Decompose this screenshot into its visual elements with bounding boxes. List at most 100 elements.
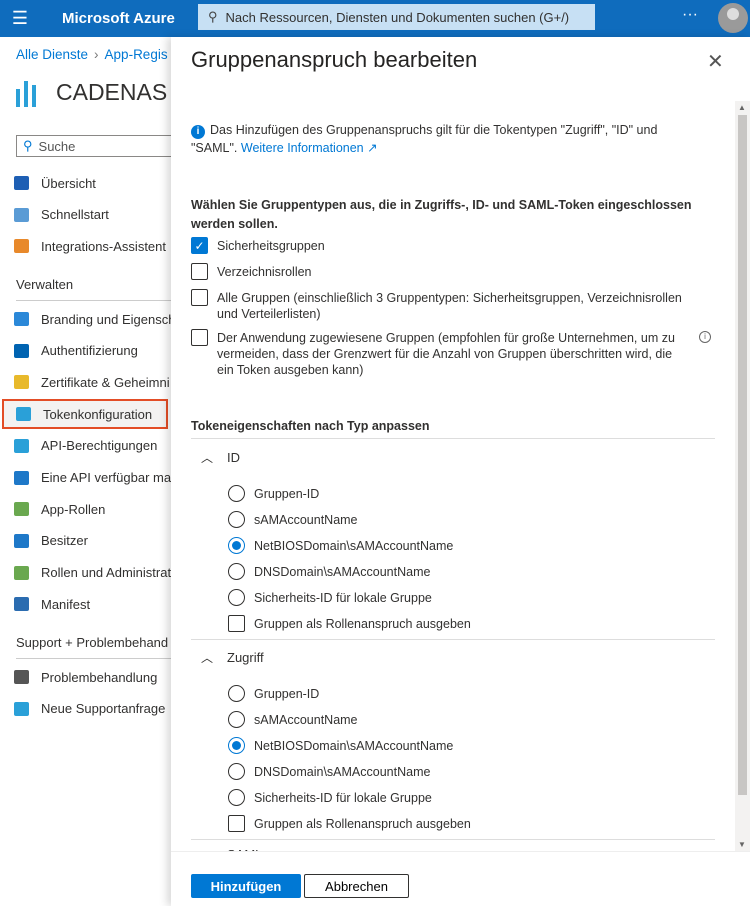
nav-item-api-berechtigungen[interactable]: API-Berechtigungen xyxy=(0,431,180,461)
radio-button[interactable] xyxy=(228,737,245,754)
radio-option[interactable]: NetBIOSDomain\sAMAccountName xyxy=(228,537,453,554)
breadcrumb-all-services[interactable]: Alle Dienste xyxy=(16,47,88,62)
nav-item-rollen-und-administrat[interactable]: Rollen und Administrat xyxy=(0,558,180,588)
radio-option[interactable]: sAMAccountName xyxy=(228,511,358,528)
nav-item-icon xyxy=(14,239,29,254)
nav-item-branding-und-eigensch[interactable]: Branding und Eigensch xyxy=(0,304,180,334)
nav-item-label: Problembehandlung xyxy=(41,669,158,685)
radio-button[interactable] xyxy=(228,711,245,728)
nav-item-icon xyxy=(14,438,29,453)
scrollbar[interactable]: ▲ ▼ xyxy=(735,101,750,851)
radio-button[interactable] xyxy=(228,537,245,554)
radio-button[interactable] xyxy=(228,589,245,606)
divider xyxy=(191,839,715,840)
group-type-checkbox[interactable]: ✓ Sicherheitsgruppen xyxy=(191,237,701,254)
radio-label: NetBIOSDomain\sAMAccountName xyxy=(254,739,454,753)
group-type-checkbox[interactable]: Verzeichnisrollen xyxy=(191,263,701,280)
close-icon[interactable]: ✕ xyxy=(707,49,724,74)
info-text: i Das Hinzufügen des Gruppenanspruchs gil… xyxy=(191,121,681,157)
checkbox-box[interactable] xyxy=(191,289,208,306)
radio-option[interactable]: Gruppen-ID xyxy=(228,485,319,502)
radio-option[interactable]: Gruppen-ID xyxy=(228,685,320,702)
role-claim-checkbox[interactable]: Gruppen als Rollenanspruch ausgeben xyxy=(228,615,471,632)
menu-search-placeholder: Suche xyxy=(38,138,76,154)
nav-item-tokenkonfiguration[interactable]: Tokenkonfiguration xyxy=(2,399,168,430)
radio-label: Sicherheits-ID für lokale Gruppe xyxy=(254,791,432,805)
radio-button[interactable] xyxy=(228,685,245,702)
cancel-button[interactable]: Abbrechen xyxy=(304,874,409,898)
nav-item-integrations-assistent[interactable]: Integrations-Assistent xyxy=(0,231,180,261)
nav-item-icon xyxy=(14,343,29,358)
nav-item-label: API-Berechtigungen xyxy=(41,438,158,454)
nav-item-schnellstart[interactable]: Schnellstart xyxy=(0,200,180,230)
nav-item-icon xyxy=(14,312,29,326)
divider xyxy=(16,300,176,301)
divider xyxy=(191,639,715,640)
hamburger-menu-icon[interactable]: ☰ xyxy=(0,8,40,29)
radio-label: Sicherheits-ID für lokale Gruppe xyxy=(254,591,432,605)
chevron-up-icon: ︿ xyxy=(201,451,214,465)
radio-button[interactable] xyxy=(228,563,245,580)
nav-item-icon xyxy=(14,701,29,716)
nav-item-app-rollen[interactable]: App-Rollen xyxy=(0,494,180,524)
radio-option[interactable]: NetBIOSDomain\sAMAccountName xyxy=(228,737,454,754)
nav-item-label: Branding und Eigensch xyxy=(41,311,176,327)
checkbox-box[interactable]: ✓ xyxy=(191,237,208,254)
avatar[interactable] xyxy=(718,3,748,33)
radio-label: DNSDomain\sAMAccountName xyxy=(254,565,431,579)
external-link-icon: ↗ xyxy=(363,141,378,155)
group-type-checkbox[interactable]: Der Anwendung zugewiesene Gruppen (empfo… xyxy=(191,329,681,378)
section-expander-id[interactable]: ︿ ID xyxy=(191,449,240,466)
scroll-up-icon[interactable]: ▲ xyxy=(738,103,746,112)
radio-button[interactable] xyxy=(228,763,245,780)
chevron-right-icon: › xyxy=(94,47,99,62)
global-search-input[interactable]: ⚲ Nach Ressourcen, Diensten und Dokumente… xyxy=(198,4,595,30)
more-options-icon[interactable]: ··· xyxy=(682,6,698,24)
radio-label: Gruppen-ID xyxy=(254,687,320,701)
radio-button[interactable] xyxy=(228,511,245,528)
nav-item-label: Tokenkonfiguration xyxy=(43,406,153,422)
checkbox-label: Sicherheitsgruppen xyxy=(217,239,325,253)
brand-label[interactable]: Microsoft Azure xyxy=(62,10,200,27)
role-claim-checkbox[interactable]: Gruppen als Rollenanspruch ausgeben xyxy=(228,815,471,832)
radio-button[interactable] xyxy=(228,485,245,502)
nav-item-icon xyxy=(14,502,29,517)
nav-item-zertifikate-geheimni[interactable]: Zertifikate & Geheimni xyxy=(0,367,180,397)
radio-label: DNSDomain\sAMAccountName xyxy=(254,765,431,779)
nav-item-übersicht[interactable]: Übersicht xyxy=(0,168,180,198)
more-info-link[interactable]: Weitere Informationen xyxy=(241,141,364,155)
checkbox-label: Gruppen als Rollenanspruch ausgeben xyxy=(254,817,471,831)
token-properties-heading: Tokeneigenschaften nach Typ anpassen xyxy=(191,419,430,433)
menu-search-input[interactable]: ⚲ Suche xyxy=(16,135,176,157)
radio-option[interactable]: sAMAccountName xyxy=(228,711,358,728)
nav-item-problembehandlung[interactable]: Problembehandlung xyxy=(0,662,180,692)
nav-item-neue-supportanfrage[interactable]: Neue Supportanfrage xyxy=(0,694,180,724)
search-icon: ⚲ xyxy=(208,9,218,24)
info-icon: i xyxy=(191,125,205,139)
nav-item-icon xyxy=(14,533,29,548)
checkbox-box[interactable] xyxy=(228,815,245,832)
checkbox-box[interactable] xyxy=(191,329,208,346)
nav-item-label: App-Rollen xyxy=(41,501,106,517)
scrollbar-thumb[interactable] xyxy=(738,115,747,795)
checkbox-label: Gruppen als Rollenanspruch ausgeben xyxy=(254,617,471,631)
radio-option[interactable]: Sicherheits-ID für lokale Gruppe xyxy=(228,589,432,606)
nav-item-authentifizierung[interactable]: Authentifizierung xyxy=(0,336,180,366)
radio-option[interactable]: Sicherheits-ID für lokale Gruppe xyxy=(228,789,432,806)
add-button[interactable]: Hinzufügen xyxy=(191,874,301,898)
group-type-checkbox[interactable]: Alle Gruppen (einschließlich 3 Gruppenty… xyxy=(191,289,701,322)
nav-item-manifest[interactable]: Manifest xyxy=(0,589,180,619)
checkbox-box[interactable] xyxy=(191,263,208,280)
radio-option[interactable]: DNSDomain\sAMAccountName xyxy=(228,563,431,580)
nav-item-icon xyxy=(14,565,29,580)
nav-item-eine-api-verfügbar-mac[interactable]: Eine API verfügbar mac xyxy=(0,463,180,493)
scroll-down-icon[interactable]: ▼ xyxy=(738,840,746,849)
nav-item-label: Integrations-Assistent xyxy=(41,238,167,254)
section-expander-zugriff[interactable]: ︿ Zugriff xyxy=(191,649,264,666)
breadcrumb-app-registrations[interactable]: App-Regis xyxy=(105,47,168,62)
info-tooltip-icon[interactable]: i xyxy=(699,331,711,343)
radio-option[interactable]: DNSDomain\sAMAccountName xyxy=(228,763,431,780)
checkbox-box[interactable] xyxy=(228,615,245,632)
radio-button[interactable] xyxy=(228,789,245,806)
nav-item-besitzer[interactable]: Besitzer xyxy=(0,526,180,556)
